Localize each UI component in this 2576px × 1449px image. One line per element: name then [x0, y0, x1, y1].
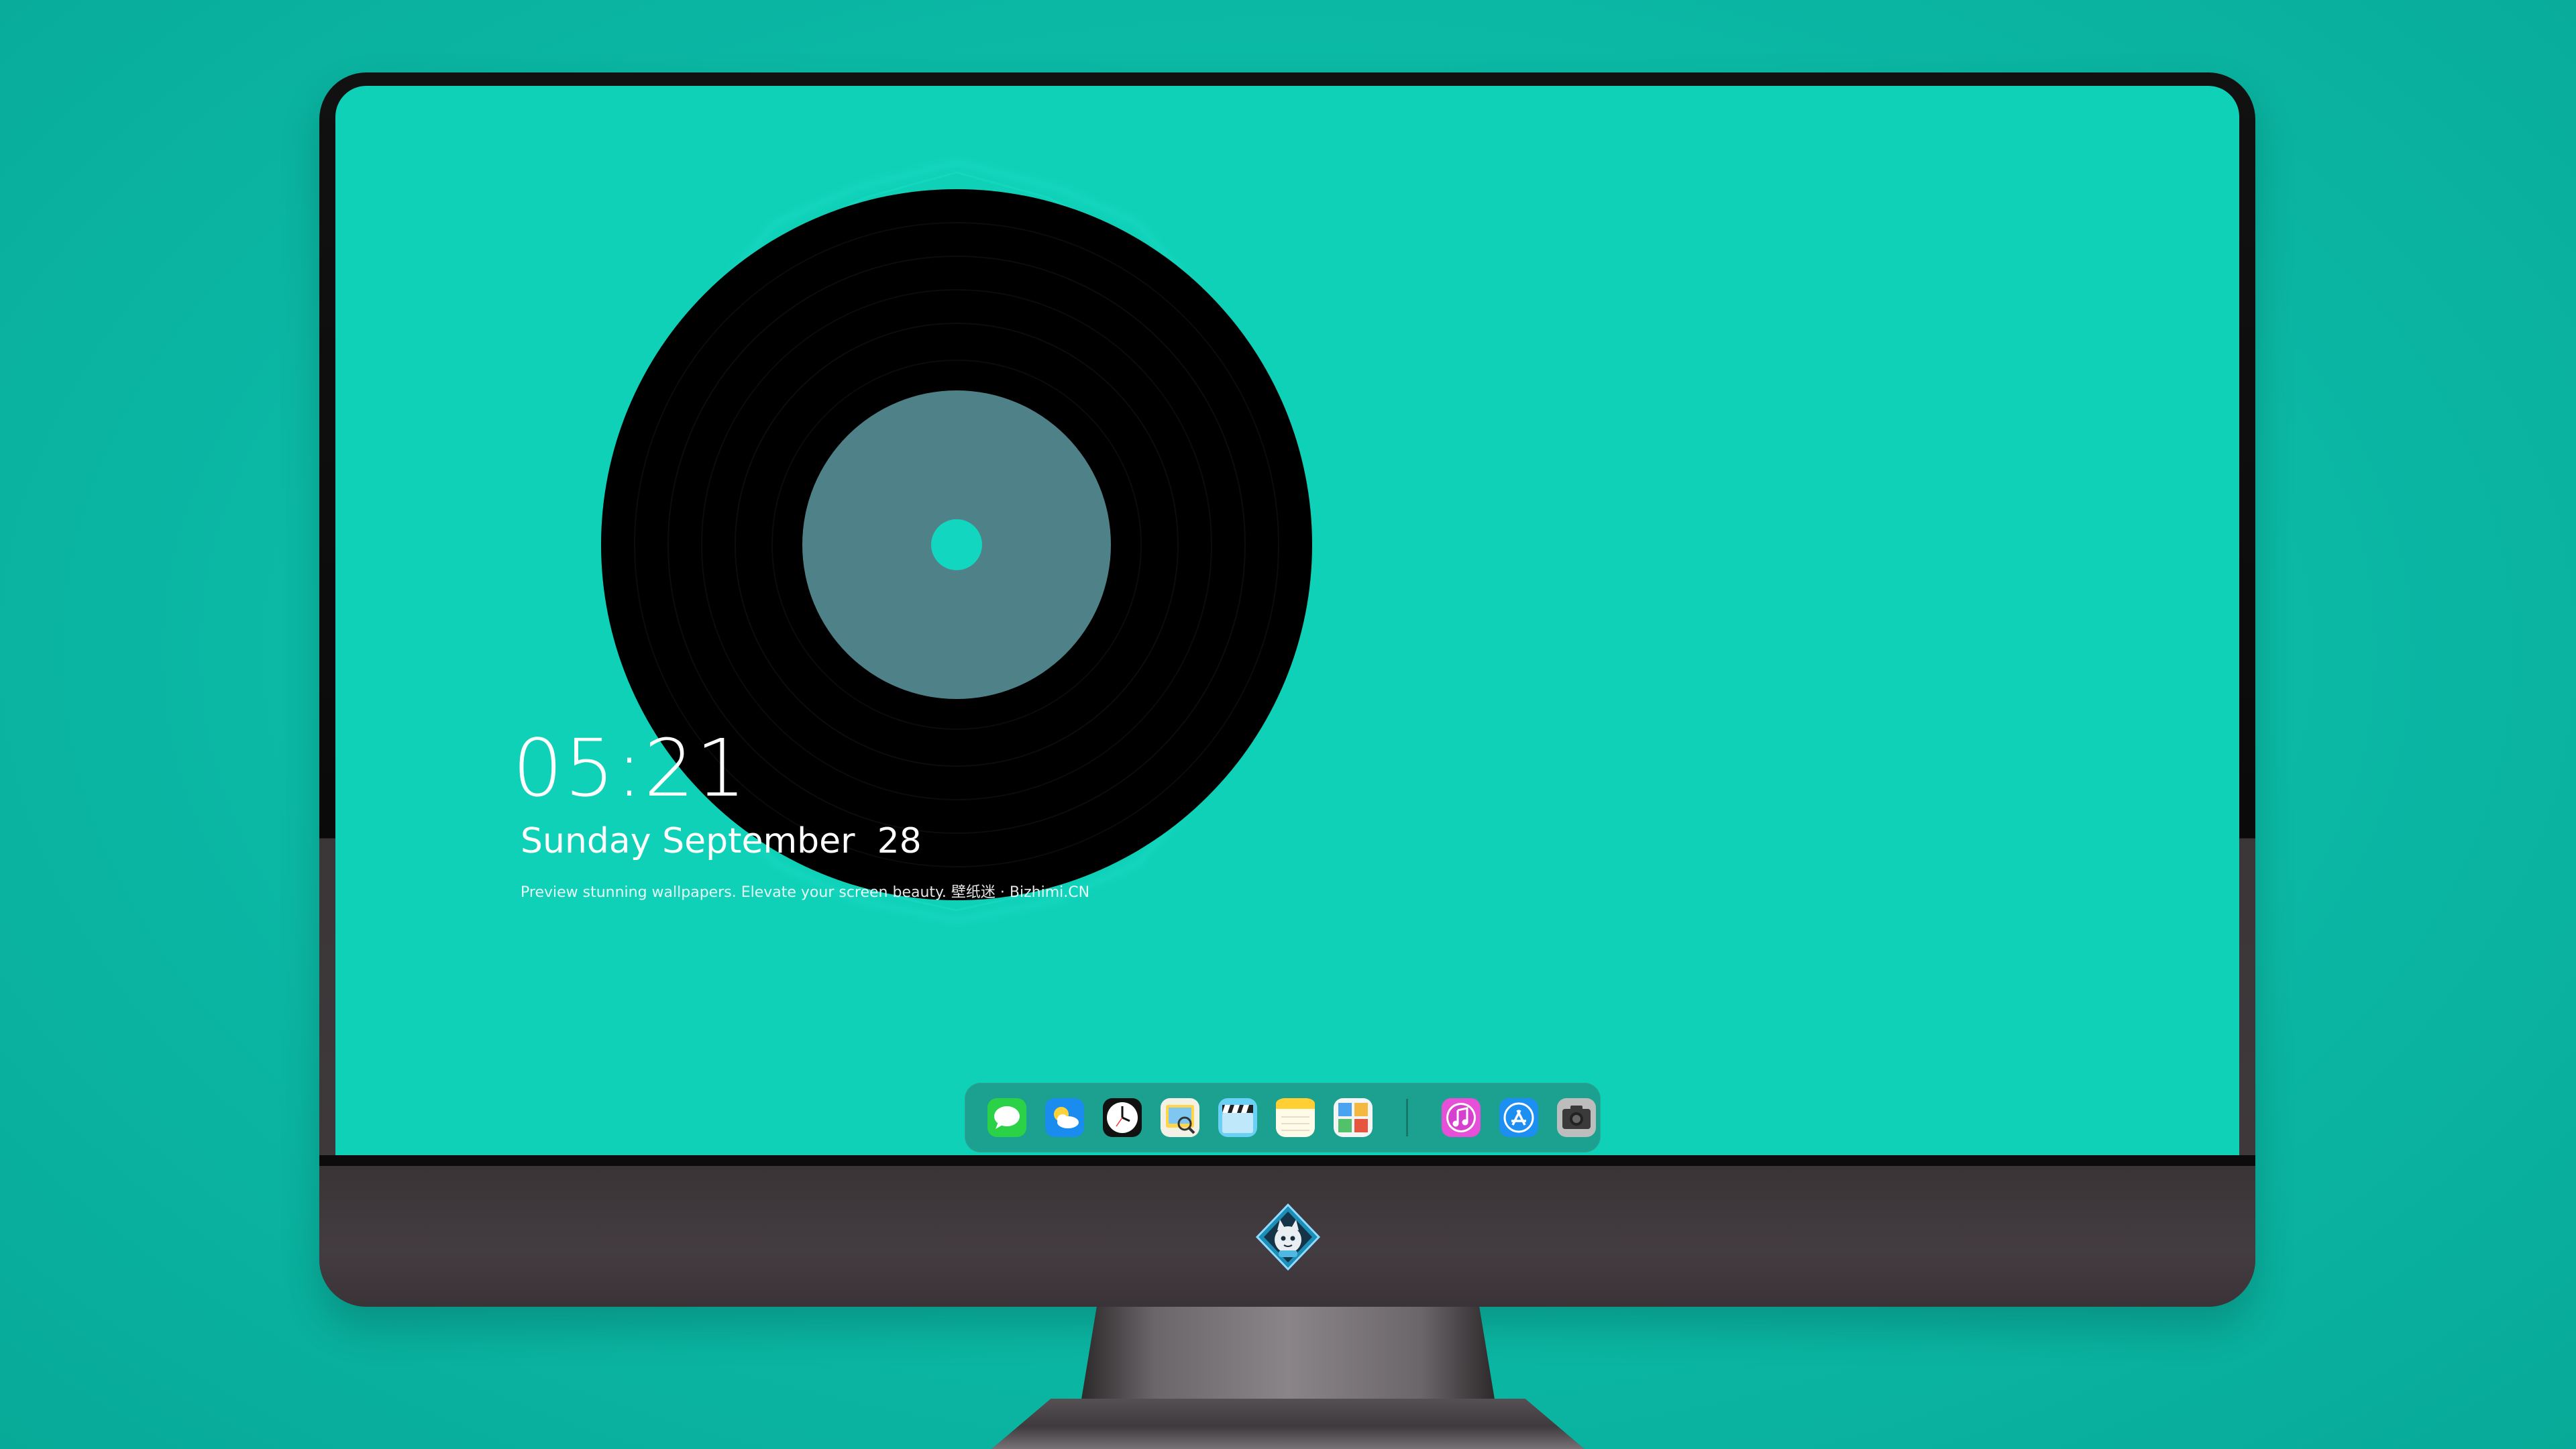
monitor-stand-base	[991, 1399, 1585, 1449]
weather-icon[interactable]	[1044, 1097, 1085, 1138]
messages-icon[interactable]	[986, 1097, 1028, 1138]
app-store-icon[interactable]	[1498, 1097, 1540, 1138]
camera-icon[interactable]	[1556, 1097, 1597, 1138]
cat-mascot-icon	[1253, 1202, 1323, 1272]
preview-icon[interactable]	[1159, 1097, 1201, 1138]
clock-time: 05:21	[513, 722, 748, 814]
vinyl-spindle-hole	[931, 519, 982, 570]
desktop-background: 05:21 Sunday September 28 Preview stunni…	[0, 0, 2576, 1449]
notes-icon[interactable]	[1275, 1097, 1316, 1138]
music-icon[interactable]	[1440, 1097, 1482, 1138]
monitor-stand-neck	[1080, 1307, 1496, 1407]
clock-icon[interactable]	[1102, 1097, 1143, 1138]
clapperboard-icon[interactable]	[1217, 1097, 1258, 1138]
dock-separator	[1406, 1099, 1408, 1136]
dock	[965, 1083, 1601, 1152]
wallpaper-tagline: Preview stunning wallpapers. Elevate you…	[521, 884, 1090, 901]
photo-gallery-icon[interactable]	[1332, 1097, 1374, 1138]
clock-date: Sunday September 28	[521, 821, 922, 861]
